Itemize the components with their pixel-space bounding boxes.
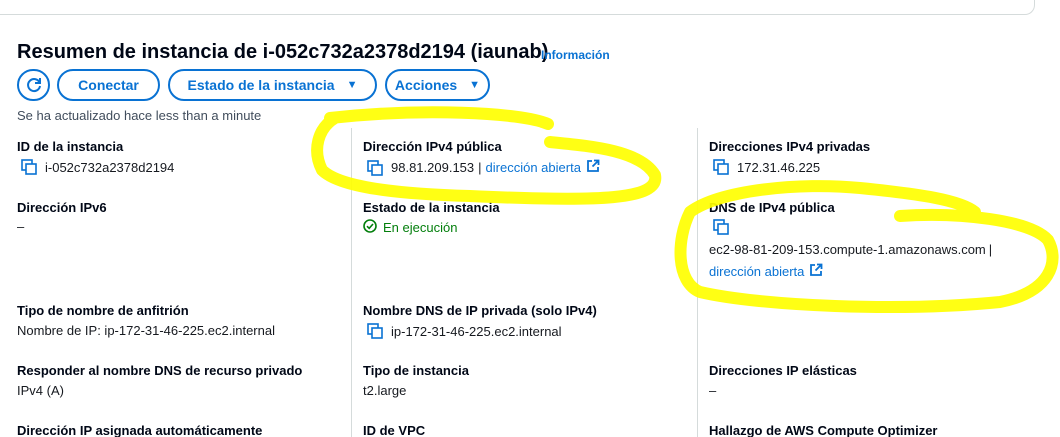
public-dns-copy [713,219,737,235]
private-ipv4-value: 172.31.46.225 [713,159,820,175]
instance-summary-panel: Resumen de instancia de i-052c732a2378d2… [0,0,1060,437]
elastic-ip-value: – [709,383,717,398]
public-dns-text: ec2-98-81-209-153.compute-1.amazonaws.co… [709,242,986,257]
separator: | [478,160,482,175]
auto-ip-label: Dirección IP asignada automáticamente [17,423,263,437]
open-address-link[interactable]: dirección abierta [709,264,804,279]
instance-id-text: i-052c732a2378d2194 [45,159,175,175]
public-ipv4-value: 98.81.209.153 | dirección abierta [367,159,600,176]
public-dns-open: dirección abierta [709,263,823,280]
resource-dns-value: IPv4 (A) [17,383,64,398]
caret-down-icon: ▼ [469,79,481,91]
info-link[interactable]: Información [541,48,610,62]
instance-id-value: i-052c732a2378d2194 [21,159,174,175]
top-panel-border [0,0,1035,15]
page-title: Resumen de instancia de i-052c732a2378d2… [17,41,549,63]
last-updated-text: Se ha actualizado hace less than a minut… [17,108,262,123]
instance-state-value: En ejecución [363,219,457,236]
private-dns-value: ip-172-31-46-225.ec2.internal [367,323,562,339]
resource-dns-label: Responder al nombre DNS de recurso priva… [17,363,303,378]
hostname-type-value: Nombre de IP: ip-172-31-46-225.ec2.inter… [17,323,275,338]
instance-state-dropdown[interactable]: Estado de la instancia ▼ [168,69,377,101]
instance-state-label: Estado de la instancia [187,77,335,93]
private-ipv4-text: 172.31.46.225 [737,159,821,175]
copy-icon[interactable] [713,159,729,175]
refresh-button[interactable] [17,69,50,101]
instance-type-label: Tipo de instancia [363,363,469,378]
highlight-stroke-public-ip [311,106,662,205]
ipv6-value: – [17,219,25,234]
private-dns-label: Nombre DNS de IP privada (solo IPv4) [363,303,597,318]
instance-state-text: En ejecución [383,220,458,235]
copy-icon[interactable] [21,159,37,175]
public-ipv4-text: 98.81.209.153 [391,160,475,175]
instance-type-value: t2.large [363,383,407,398]
copy-icon[interactable] [367,323,383,339]
column-divider [697,128,698,437]
refresh-icon [26,78,41,93]
actions-label: Acciones [394,77,458,93]
ipv6-label: Dirección IPv6 [17,200,107,215]
public-ipv4-label: Dirección IPv4 pública [363,139,502,154]
elastic-ip-label: Direcciones IP elásticas [709,363,857,378]
compute-optimizer-label: Hallazgo de AWS Compute Optimizer [709,423,938,437]
public-dns-value: ec2-98-81-209-153.compute-1.amazonaws.co… [709,242,992,257]
hostname-type-label: Tipo de nombre de anfitrión [17,303,189,318]
external-link-icon [586,159,600,176]
caret-down-icon: ▼ [346,79,358,91]
instance-id-label: ID de la instancia [17,139,124,154]
actions-dropdown[interactable]: Acciones ▼ [385,69,490,101]
open-address-link[interactable]: dirección abierta [486,160,581,175]
private-dns-text: ip-172-31-46-225.ec2.internal [391,323,562,339]
column-divider [351,128,352,437]
connect-button[interactable]: Conectar [57,69,160,101]
separator: | [988,242,993,257]
connect-label: Conectar [78,77,139,93]
copy-icon[interactable] [367,159,383,176]
copy-icon[interactable] [713,219,729,235]
external-link-icon [809,263,823,280]
vpc-id-label: ID de VPC [363,423,426,437]
public-dns-label: DNS de IPv4 pública [709,200,835,215]
instance-state-field-label: Estado de la instancia [363,200,500,215]
check-circle-icon [363,219,377,236]
private-ipv4-label: Direcciones IPv4 privadas [709,139,871,154]
